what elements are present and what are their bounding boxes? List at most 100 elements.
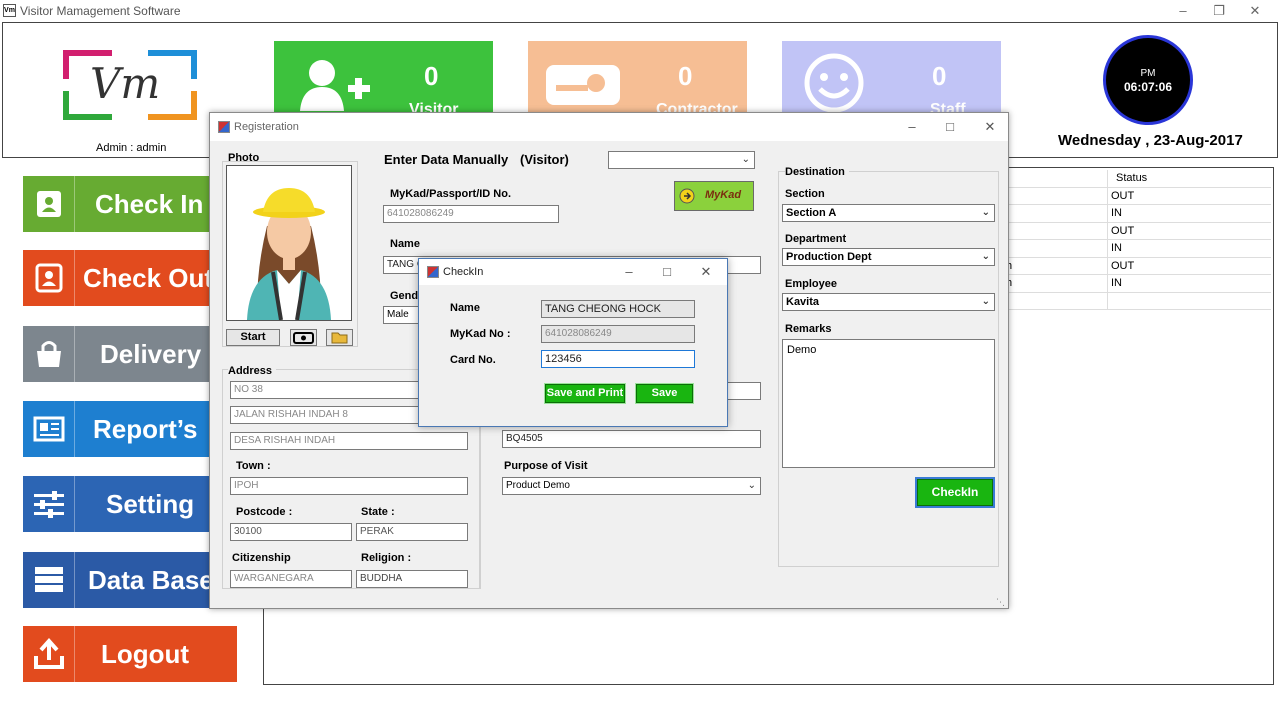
status-cell: IN xyxy=(1111,207,1122,219)
checkin-title: CheckIn xyxy=(443,266,484,278)
gender-select[interactable]: Male xyxy=(383,306,423,324)
browse-photo-button[interactable] xyxy=(326,329,353,346)
save-button[interactable]: Save xyxy=(635,383,694,404)
department-label: Department xyxy=(785,233,847,245)
window-title: Visitor Mamagement Software xyxy=(20,4,181,18)
chevron-down-icon: ⌄ xyxy=(747,480,756,491)
status-cell: IN xyxy=(1111,277,1122,289)
table-row[interactable]: IN xyxy=(1003,240,1271,258)
status-cell: OUT xyxy=(1111,224,1135,237)
start-label: Start xyxy=(240,331,266,343)
visitor-grid: Status OUT IN OUT IN h OUT h IN xyxy=(1003,170,1271,310)
title-bar: Vm Visitor Mamagement Software – ❐ ✕ xyxy=(0,0,1280,22)
religion-field[interactable]: BUDDHA xyxy=(356,570,468,588)
staff-tile[interactable]: 0 Staff xyxy=(782,41,1001,121)
employee-value: Kavita xyxy=(786,296,820,308)
clock: PM 06:07:06 xyxy=(1103,35,1193,125)
contractor-tile[interactable]: 0 Contractor xyxy=(528,41,747,121)
department-value: Production Dept xyxy=(786,251,872,263)
minimize-button[interactable]: – xyxy=(1168,2,1198,20)
camera-icon xyxy=(293,332,314,344)
check-in-label: Check In xyxy=(95,189,204,219)
citizenship-label: Citizenship xyxy=(232,552,291,564)
town-field[interactable]: IPOH xyxy=(230,477,468,495)
section-label: Section xyxy=(785,188,825,200)
setting-label: Setting xyxy=(106,489,195,519)
logout-label: Logout xyxy=(101,639,190,669)
registration-titlebar: Registeration – □ ✕ xyxy=(210,113,1008,141)
table-cell xyxy=(1003,292,1108,309)
visitor-count: 0 xyxy=(424,61,439,91)
check-out-label: Check Out xyxy=(83,263,214,293)
save-and-print-button[interactable]: Save and Print xyxy=(544,383,626,404)
postcode-field[interactable]: 30100 xyxy=(230,523,352,541)
check-in-button[interactable]: Check In xyxy=(23,176,237,232)
table-row[interactable]: h OUT xyxy=(1003,257,1271,275)
mykad-reader-button[interactable]: MyKad xyxy=(674,181,754,211)
employee-select[interactable]: Kavita ⌄ xyxy=(782,293,995,311)
logo-text: Vm xyxy=(90,59,161,108)
clock-time: 06:07:06 xyxy=(1123,80,1173,94)
newspaper-icon xyxy=(23,401,75,457)
card-number-field[interactable]: 123456 xyxy=(541,350,695,368)
citizenship-field[interactable]: WARGANEGARA xyxy=(230,570,352,588)
section-select[interactable]: Section A ⌄ xyxy=(782,204,995,222)
chevron-down-icon: ⌄ xyxy=(981,251,990,262)
check-out-button[interactable]: Check Out xyxy=(23,250,237,306)
dialog-app-icon xyxy=(218,121,230,133)
setting-button[interactable]: Setting xyxy=(23,476,237,532)
table-header: Status xyxy=(1003,170,1271,188)
table-cell xyxy=(1003,205,1108,222)
restore-button[interactable]: ❐ xyxy=(1204,2,1234,20)
table-header-cell xyxy=(1003,170,1108,187)
reports-button[interactable]: Report’s xyxy=(23,401,237,457)
delivery-button[interactable]: Delivery xyxy=(23,326,237,382)
checkin-name-label: Name xyxy=(450,302,480,314)
state-label: State : xyxy=(361,506,395,518)
purpose-value: Product Demo xyxy=(506,480,570,491)
vehicle-field[interactable]: BQ4505 xyxy=(502,430,761,448)
close-button[interactable]: ✕ xyxy=(1240,2,1270,20)
address-book-icon xyxy=(23,176,75,232)
table-row[interactable]: IN xyxy=(1003,205,1271,223)
server-icon xyxy=(23,552,75,608)
contractor-count: 0 xyxy=(678,61,693,91)
close-button[interactable]: ✕ xyxy=(980,119,1000,135)
state-field[interactable]: PERAK xyxy=(356,523,468,541)
minimize-button[interactable]: – xyxy=(619,264,639,280)
maximize-button[interactable]: □ xyxy=(940,119,960,135)
visitor-lookup-select[interactable]: ⌄ xyxy=(608,151,755,169)
visitor-avatar-icon xyxy=(247,188,331,321)
remarks-textarea[interactable]: Demo xyxy=(782,339,995,468)
table-row[interactable]: OUT xyxy=(1003,187,1271,205)
checkin-name-field[interactable]: TANG CHEONG HOCK xyxy=(541,300,695,318)
department-select[interactable]: Production Dept ⌄ xyxy=(782,248,995,266)
minimize-button[interactable]: – xyxy=(902,119,922,135)
photo-box xyxy=(226,165,352,321)
table-row[interactable]: OUT xyxy=(1003,222,1271,240)
status-cell xyxy=(1108,293,1271,310)
maximize-button[interactable]: □ xyxy=(657,264,677,280)
mykad-id-field[interactable]: 641028086249 xyxy=(383,205,559,223)
checkin-mykad-field[interactable]: 641028086249 xyxy=(541,325,695,343)
logo: Vm xyxy=(62,49,198,121)
table-row[interactable]: h IN xyxy=(1003,275,1271,293)
gender-label: Gend xyxy=(390,290,419,302)
close-button[interactable]: ✕ xyxy=(696,264,716,280)
purpose-select[interactable]: Product Demo ⌄ xyxy=(502,477,761,495)
logout-button[interactable]: Logout xyxy=(23,626,237,682)
database-button[interactable]: Data Base xyxy=(23,552,237,608)
resize-grip-icon[interactable]: ⋱ xyxy=(996,597,1005,608)
chevron-down-icon: ⌄ xyxy=(741,154,750,165)
start-camera-button[interactable]: Start xyxy=(226,329,280,346)
database-label: Data Base xyxy=(88,565,214,595)
enter-manually-label: Enter Data Manually xyxy=(384,152,509,167)
camera-button[interactable] xyxy=(290,329,317,346)
table-cell: h xyxy=(1003,257,1108,274)
table-row[interactable] xyxy=(1003,292,1271,310)
visitor-tile[interactable]: 0 Visitor xyxy=(274,41,493,121)
staff-count: 0 xyxy=(932,61,947,91)
smiley-icon xyxy=(804,53,864,113)
address-line-3[interactable]: DESA RISHAH INDAH xyxy=(230,432,468,450)
checkin-submit-button[interactable]: CheckIn xyxy=(915,477,995,508)
